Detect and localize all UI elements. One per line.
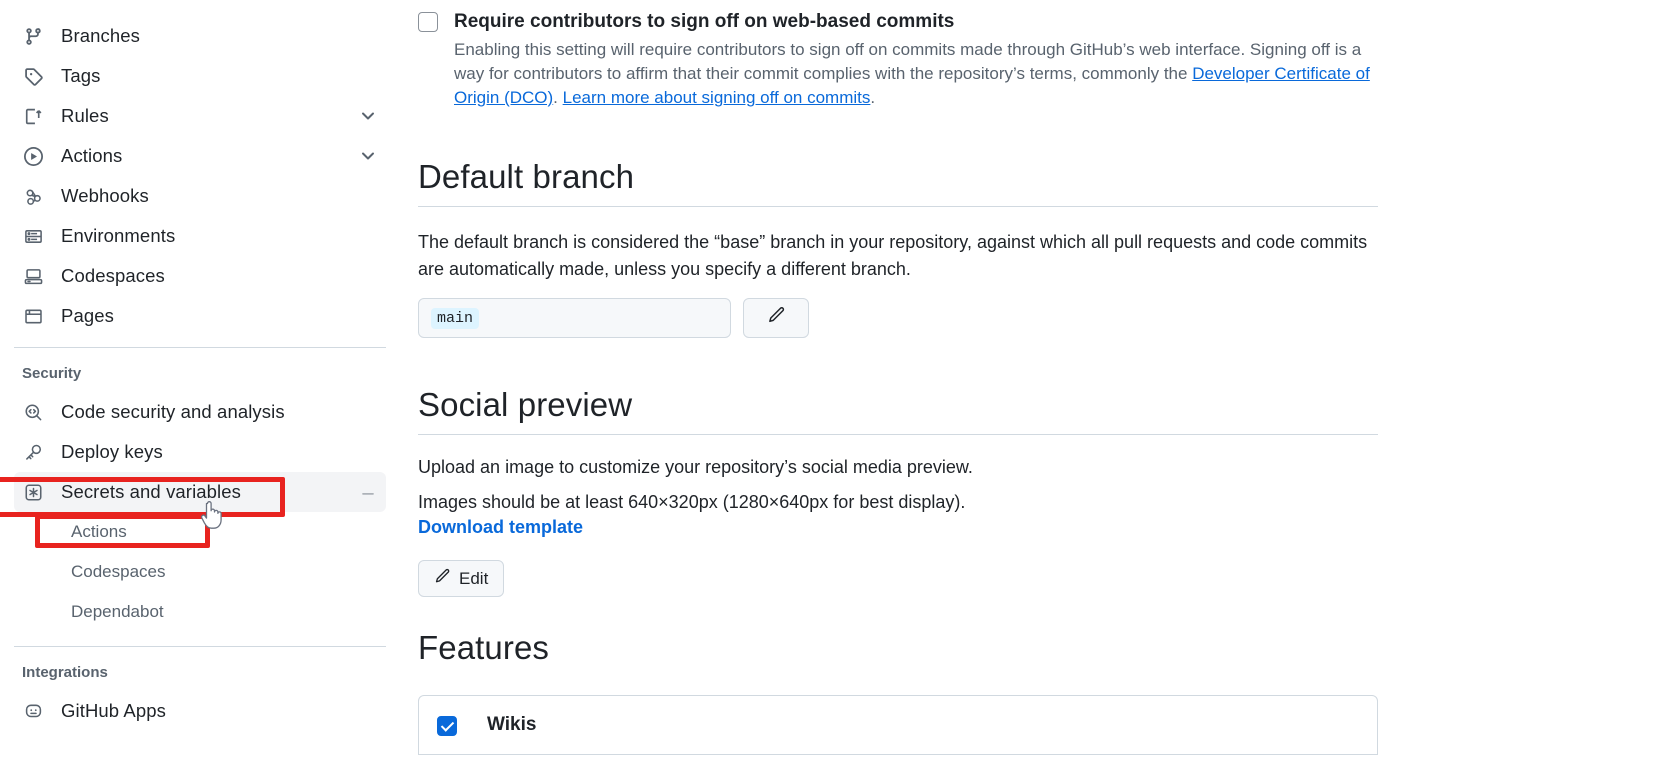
sidebar-subitem-label: Codespaces	[71, 562, 166, 581]
pencil-icon	[434, 568, 451, 590]
pencil-icon	[767, 306, 786, 330]
sidebar-nav-top: Branches Tags Rules Actions Webhooks Env…	[0, 16, 400, 336]
sidebar-item-pages[interactable]: Pages	[14, 296, 386, 336]
sidebar-item-code-security-and-analysis[interactable]: Code security and analysis	[14, 392, 386, 432]
require-signoff-description: Enabling this setting will require contr…	[454, 38, 1378, 110]
sidebar-item-label: Branches	[61, 25, 140, 46]
sidebar-item-webhooks[interactable]: Webhooks	[14, 176, 386, 216]
sidebar-item-label: Code security and analysis	[61, 401, 285, 422]
default-branch-description: The default branch is considered the “ba…	[418, 232, 1368, 279]
require-signoff-setting: Require contributors to sign off on web-…	[418, 10, 1378, 110]
chevron-down-icon[interactable]	[358, 106, 378, 126]
edit-button-label: Edit	[459, 568, 489, 588]
sidebar-divider-integrations	[14, 646, 386, 647]
social-preview-line1: Upload an image to customize your reposi…	[418, 457, 973, 478]
sidebar-item-label: Pages	[61, 305, 114, 326]
sidebar-item-github-apps[interactable]: GitHub Apps	[14, 691, 386, 731]
sidebar-item-label: Codespaces	[61, 265, 165, 286]
sidebar-item-environments[interactable]: Environments	[14, 216, 386, 256]
wikis-label: Wikis	[487, 714, 537, 736]
require-signoff-checkbox[interactable]	[418, 12, 438, 32]
feature-row-wikis[interactable]: Wikis	[437, 714, 1359, 737]
wikis-checkbox[interactable]	[437, 716, 457, 737]
default-branch-section: Default branch The default branch is con…	[418, 158, 1378, 339]
edit-default-branch-button[interactable]	[743, 298, 809, 339]
key-icon	[22, 443, 44, 462]
social-preview-edit-button[interactable]: Edit	[418, 560, 505, 598]
sidebar-item-branches[interactable]: Branches	[14, 16, 386, 56]
code-scan-icon	[22, 403, 44, 422]
sidebar-item-deploy-keys[interactable]: Deploy keys	[14, 432, 386, 472]
social-preview-line2: Images should be at least 640×320px (128…	[418, 492, 966, 513]
settings-sidebar: Branches Tags Rules Actions Webhooks Env…	[0, 0, 400, 777]
sidebar-item-actions[interactable]: Actions	[14, 136, 386, 176]
sidebar-item-label: Actions	[61, 145, 123, 166]
signoff-desc-part2: .	[553, 88, 563, 107]
require-signoff-title: Require contributors to sign off on web-…	[454, 11, 955, 32]
default-branch-controls: main	[418, 298, 1378, 339]
sidebar-item-label: Environments	[61, 225, 176, 246]
sidebar-item-label: GitHub Apps	[61, 700, 166, 721]
server-icon	[22, 227, 44, 246]
sidebar-group-title-security: Security	[22, 365, 82, 382]
features-heading: Features	[418, 629, 550, 667]
chevron-down-icon[interactable]	[358, 146, 378, 166]
sidebar-item-label: Deploy keys	[61, 441, 163, 462]
sidebar-group-title-integrations: Integrations	[22, 664, 108, 681]
social-preview-section: Social preview Upload an image to custom…	[418, 386, 1378, 598]
features-section: Features Wikis	[418, 629, 1378, 756]
signoff-desc-part3: .	[870, 88, 876, 107]
default-branch-field[interactable]: main	[418, 298, 731, 339]
sidebar-subitem-label: Actions	[71, 522, 127, 541]
download-template-link[interactable]: Download template	[418, 517, 583, 538]
play-circle-icon	[22, 146, 44, 166]
rules-icon	[22, 107, 44, 126]
webhook-icon	[22, 187, 44, 206]
repository-settings-page: Branches Tags Rules Actions Webhooks Env…	[0, 0, 1674, 777]
sidebar-item-label: Rules	[61, 105, 109, 126]
sidebar-divider-security	[14, 347, 386, 348]
sidebar-subitem-actions[interactable]: Actions	[14, 512, 386, 552]
browser-icon	[22, 307, 44, 326]
sidebar-nav-integrations: GitHub Apps	[0, 691, 400, 731]
chevron-up-icon[interactable]	[358, 482, 378, 502]
sidebar-subitem-codespaces[interactable]: Codespaces	[14, 552, 386, 592]
sidebar-item-label: Webhooks	[61, 185, 149, 206]
codespaces-icon	[22, 267, 44, 286]
social-preview-heading: Social preview	[418, 386, 633, 424]
secrets-sub-nav: Actions Codespaces Dependabot	[0, 512, 400, 632]
sidebar-item-secrets-and-variables[interactable]: Secrets and variables	[14, 472, 386, 512]
learn-more-signing-off-link[interactable]: Learn more about signing off on commits	[563, 88, 871, 107]
sidebar-nav-security: Code security and analysis Deploy keys S…	[0, 392, 400, 512]
sidebar-item-codespaces[interactable]: Codespaces	[14, 256, 386, 296]
sidebar-item-rules[interactable]: Rules	[14, 96, 386, 136]
section-divider	[418, 206, 1378, 208]
github-app-icon	[22, 702, 44, 721]
sidebar-subitem-dependabot[interactable]: Dependabot	[14, 592, 386, 632]
sidebar-subitem-label: Dependabot	[71, 602, 164, 621]
default-branch-heading: Default branch	[418, 158, 635, 196]
settings-main-content: Require contributors to sign off on web-…	[400, 0, 1674, 777]
default-branch-name: main	[431, 307, 480, 329]
git-branch-icon	[22, 27, 44, 46]
sidebar-item-label: Tags	[61, 65, 101, 86]
section-divider	[418, 434, 1378, 436]
sidebar-item-label: Secrets and variables	[61, 481, 241, 502]
asterisk-key-icon	[22, 483, 44, 502]
sidebar-item-tags[interactable]: Tags	[14, 56, 386, 96]
tag-icon	[22, 67, 44, 86]
features-card: Wikis	[418, 695, 1378, 756]
